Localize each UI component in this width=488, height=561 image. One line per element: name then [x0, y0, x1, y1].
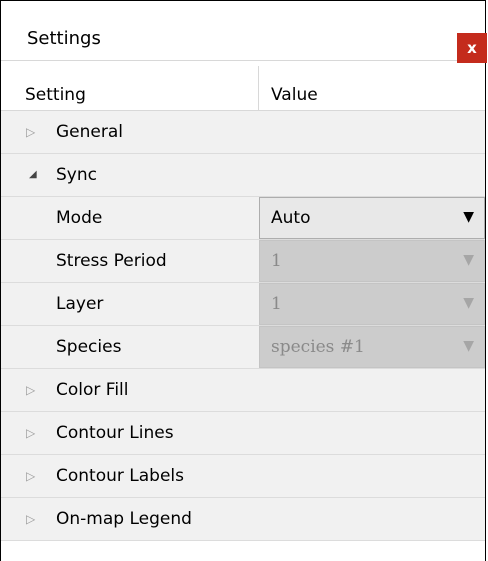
species-value: species #1	[271, 337, 365, 357]
category-label: Contour Lines	[56, 423, 174, 443]
title-bar: Settings x	[1, 1, 487, 63]
category-on-map-legend[interactable]: ▷ On-map Legend	[1, 498, 485, 541]
layer-dropdown: 1 ▼	[259, 283, 485, 325]
category-label: General	[56, 122, 123, 142]
category-color-fill[interactable]: ▷ Color Fill	[1, 369, 485, 412]
mode-value: Auto	[271, 208, 311, 228]
property-label: Species	[56, 337, 122, 357]
category-contour-lines[interactable]: ▷ Contour Lines	[1, 412, 485, 455]
property-row-stress-period[interactable]: Stress Period 1 ▼	[1, 240, 485, 283]
property-label: Mode	[56, 208, 103, 228]
category-label: Sync	[56, 165, 97, 185]
close-button[interactable]: x	[457, 33, 487, 63]
category-contour-labels[interactable]: ▷ Contour Labels	[1, 455, 485, 498]
chevron-down-icon: ▼	[463, 295, 474, 311]
close-icon: x	[467, 39, 477, 57]
expand-arrow-icon[interactable]: ▷	[26, 469, 35, 483]
chevron-down-icon[interactable]: ▼	[463, 209, 474, 225]
setting-column-header[interactable]: Setting	[25, 85, 86, 105]
category-label: Contour Labels	[56, 466, 184, 486]
property-label: Stress Period	[56, 251, 167, 271]
column-divider[interactable]	[258, 66, 259, 111]
property-row-species[interactable]: Species species #1 ▼	[1, 326, 485, 369]
property-row-layer[interactable]: Layer 1 ▼	[1, 283, 485, 326]
window-title: Settings	[27, 28, 101, 49]
layer-value: 1	[271, 294, 282, 314]
species-dropdown: species #1 ▼	[259, 326, 485, 368]
expand-arrow-icon[interactable]: ▷	[26, 383, 35, 397]
value-column-header[interactable]: Value	[271, 85, 318, 105]
property-row-mode[interactable]: Mode Auto ▼	[1, 197, 485, 240]
expand-arrow-icon[interactable]: ▷	[26, 426, 35, 440]
chevron-down-icon: ▼	[463, 252, 474, 268]
chevron-down-icon: ▼	[463, 338, 474, 354]
category-label: On-map Legend	[56, 509, 192, 529]
category-sync[interactable]: ◢ Sync	[1, 154, 485, 197]
expand-arrow-icon[interactable]: ▷	[26, 512, 35, 526]
category-label: Color Fill	[56, 380, 129, 400]
category-general[interactable]: ▷ General	[1, 111, 485, 154]
expand-arrow-icon[interactable]: ▷	[26, 125, 35, 139]
property-label: Layer	[56, 294, 104, 314]
settings-window: Settings x Setting Value ▷ General ◢ Syn…	[0, 0, 487, 561]
stress-period-dropdown: 1 ▼	[259, 240, 485, 282]
column-header: Setting Value	[1, 66, 485, 111]
collapse-arrow-icon[interactable]: ◢	[29, 169, 37, 180]
mode-dropdown[interactable]: Auto ▼	[259, 197, 485, 239]
stress-period-value: 1	[271, 251, 282, 271]
